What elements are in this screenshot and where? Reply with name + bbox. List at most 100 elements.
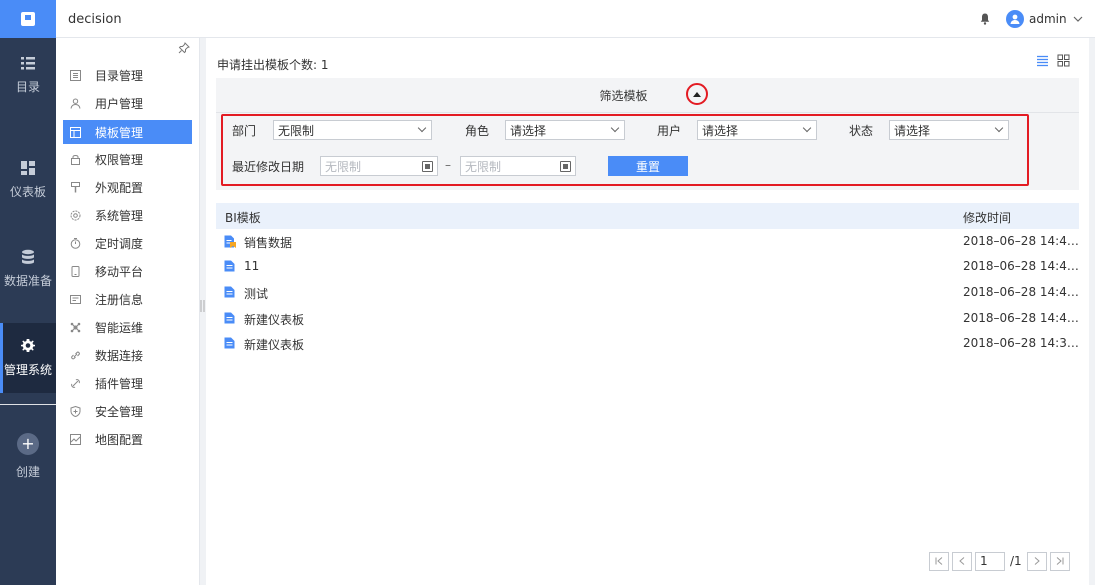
menu-item-plugins[interactable]: 插件管理 — [63, 371, 192, 395]
menu-item-catalog[interactable]: 目录管理 — [63, 63, 192, 87]
status-select[interactable]: 请选择 — [889, 120, 1009, 140]
calendar-icon[interactable] — [560, 161, 571, 172]
last-page-button[interactable] — [1049, 551, 1070, 571]
filter-title: 筛选模板 — [599, 89, 648, 103]
date-label: 最近修改日期 — [232, 160, 305, 174]
user-select[interactable]: 请选择 — [697, 120, 817, 140]
top-bar: decision admin — [0, 0, 1095, 38]
role-select[interactable]: 请选择 — [505, 120, 625, 140]
chevron-down-icon — [417, 123, 427, 133]
menu-item-scheduler[interactable]: 定时调度 — [63, 231, 192, 255]
template-modified: 2018–06–28 14:48:00 — [963, 259, 1079, 273]
table-header: BI模板 修改时间 — [216, 203, 1079, 229]
list-view-icon[interactable] — [1036, 54, 1049, 67]
register-icon — [69, 293, 81, 305]
template-modified: 2018–06–28 14:48:00 — [963, 234, 1079, 248]
page-number-input[interactable]: 1 — [975, 551, 1005, 571]
date-from-input[interactable]: 无限制 — [320, 156, 438, 176]
catalog-icon — [69, 69, 81, 81]
date-to-placeholder: 无限制 — [465, 159, 502, 174]
menu-item-users[interactable]: 用户管理 — [63, 91, 192, 115]
menu-item-system[interactable]: 系统管理 — [63, 203, 192, 227]
first-page-button[interactable] — [929, 551, 949, 571]
nav-item-admin[interactable]: 管理系统 — [0, 323, 56, 393]
menu-label: 模板管理 — [95, 125, 144, 140]
view-toggle — [1036, 54, 1070, 67]
timer-icon — [69, 237, 81, 249]
logo[interactable] — [0, 0, 56, 38]
user-name: admin — [1029, 12, 1067, 26]
column-header-name[interactable]: BI模板 — [225, 209, 261, 226]
nav-item-data-prep[interactable]: 数据准备 — [0, 234, 56, 304]
menu-item-permissions[interactable]: 权限管理 — [63, 147, 192, 171]
table-row[interactable]: 新建仪表板 2018–06–28 14:34:00 — [216, 331, 1079, 356]
table-row[interactable]: 测试 2018–06–28 14:47:00 — [216, 280, 1079, 305]
template-file-star-icon — [224, 235, 236, 248]
secondary-menu: 目录管理 用户管理 模板管理 权限管理 外观配置 系统管理 定时调度 移动平台 … — [56, 38, 200, 585]
date-from-placeholder: 无限制 — [325, 159, 362, 174]
menu-label: 用户管理 — [95, 96, 144, 111]
nav-label: 数据准备 — [3, 274, 52, 288]
dept-label: 部门 — [232, 124, 257, 138]
pin-icon[interactable] — [178, 42, 190, 57]
chevron-down-icon — [610, 123, 620, 133]
calendar-icon[interactable] — [422, 161, 433, 172]
status-value: 请选择 — [894, 123, 931, 138]
template-file-icon — [224, 260, 235, 272]
menu-label: 系统管理 — [95, 208, 144, 223]
menu-label: 移动平台 — [95, 264, 144, 279]
nav-divider — [0, 404, 56, 405]
menu-item-appearance[interactable]: 外观配置 — [63, 175, 192, 199]
user-menu[interactable]: admin — [1006, 10, 1083, 28]
create-button[interactable]: + 创建 — [0, 433, 56, 480]
template-name: 新建仪表板 — [244, 338, 305, 352]
filter-panel: 筛选模板 部门 无限制 角色 请选择 用户 请选择 状态 请选择 最近修改日期 — [216, 78, 1079, 190]
shield-icon — [69, 405, 81, 417]
gear-icon — [21, 339, 35, 352]
menu-item-mobile[interactable]: 移动平台 — [63, 259, 192, 283]
menu-label: 目录管理 — [95, 68, 144, 83]
status-label: 状态 — [849, 124, 874, 138]
menu-item-connections[interactable]: 数据连接 — [63, 343, 192, 367]
plus-icon: + — [17, 433, 39, 455]
template-name: 新建仪表板 — [244, 313, 305, 327]
caret-up-icon — [693, 91, 701, 97]
reset-button[interactable]: 重置 — [608, 156, 688, 176]
template-file-icon — [224, 286, 235, 298]
next-page-button[interactable] — [1026, 551, 1047, 571]
ops-icon — [69, 321, 81, 333]
nav-item-catalog[interactable]: 目录 — [0, 40, 56, 110]
dept-select[interactable]: 无限制 — [273, 120, 432, 140]
menu-label: 安全管理 — [95, 404, 144, 419]
app-title: decision — [68, 12, 122, 27]
menu-label: 插件管理 — [95, 376, 144, 391]
table-row[interactable]: 新建仪表板 2018–06–28 14:47:00 — [216, 306, 1079, 331]
nav-item-dashboard[interactable]: 仪表板 — [0, 145, 56, 215]
bell-icon[interactable] — [980, 13, 990, 25]
user-label: 用户 — [657, 124, 682, 138]
collapse-filter-button[interactable] — [686, 83, 708, 105]
table-row[interactable]: 销售数据 2018–06–28 14:48:00 — [216, 229, 1079, 254]
menu-label: 数据连接 — [95, 348, 144, 363]
column-header-time[interactable]: 修改时间 — [963, 209, 1011, 226]
chevron-down-icon — [802, 123, 812, 133]
menu-item-templates[interactable]: 模板管理 — [63, 120, 192, 144]
map-icon — [69, 433, 81, 445]
date-to-input[interactable]: 无限制 — [460, 156, 576, 176]
page-total: /1 — [1010, 554, 1022, 568]
template-modified: 2018–06–28 14:47:00 — [963, 311, 1079, 325]
grid-view-icon[interactable] — [1057, 54, 1070, 67]
template-icon — [69, 126, 81, 138]
lock-icon — [69, 153, 81, 165]
prev-page-button[interactable] — [952, 551, 972, 571]
dept-value: 无限制 — [278, 123, 315, 138]
menu-item-map[interactable]: 地图配置 — [63, 427, 192, 451]
menu-item-registration[interactable]: 注册信息 — [63, 287, 192, 311]
table-row[interactable]: 11 2018–06–28 14:48:00 — [216, 254, 1079, 279]
template-file-icon — [224, 337, 235, 349]
menu-item-security[interactable]: 安全管理 — [63, 399, 192, 423]
template-name: 11 — [244, 259, 260, 273]
menu-item-ops[interactable]: 智能运维 — [63, 315, 192, 339]
pagination: 1 /1 — [929, 551, 1070, 571]
template-file-icon — [224, 312, 235, 324]
